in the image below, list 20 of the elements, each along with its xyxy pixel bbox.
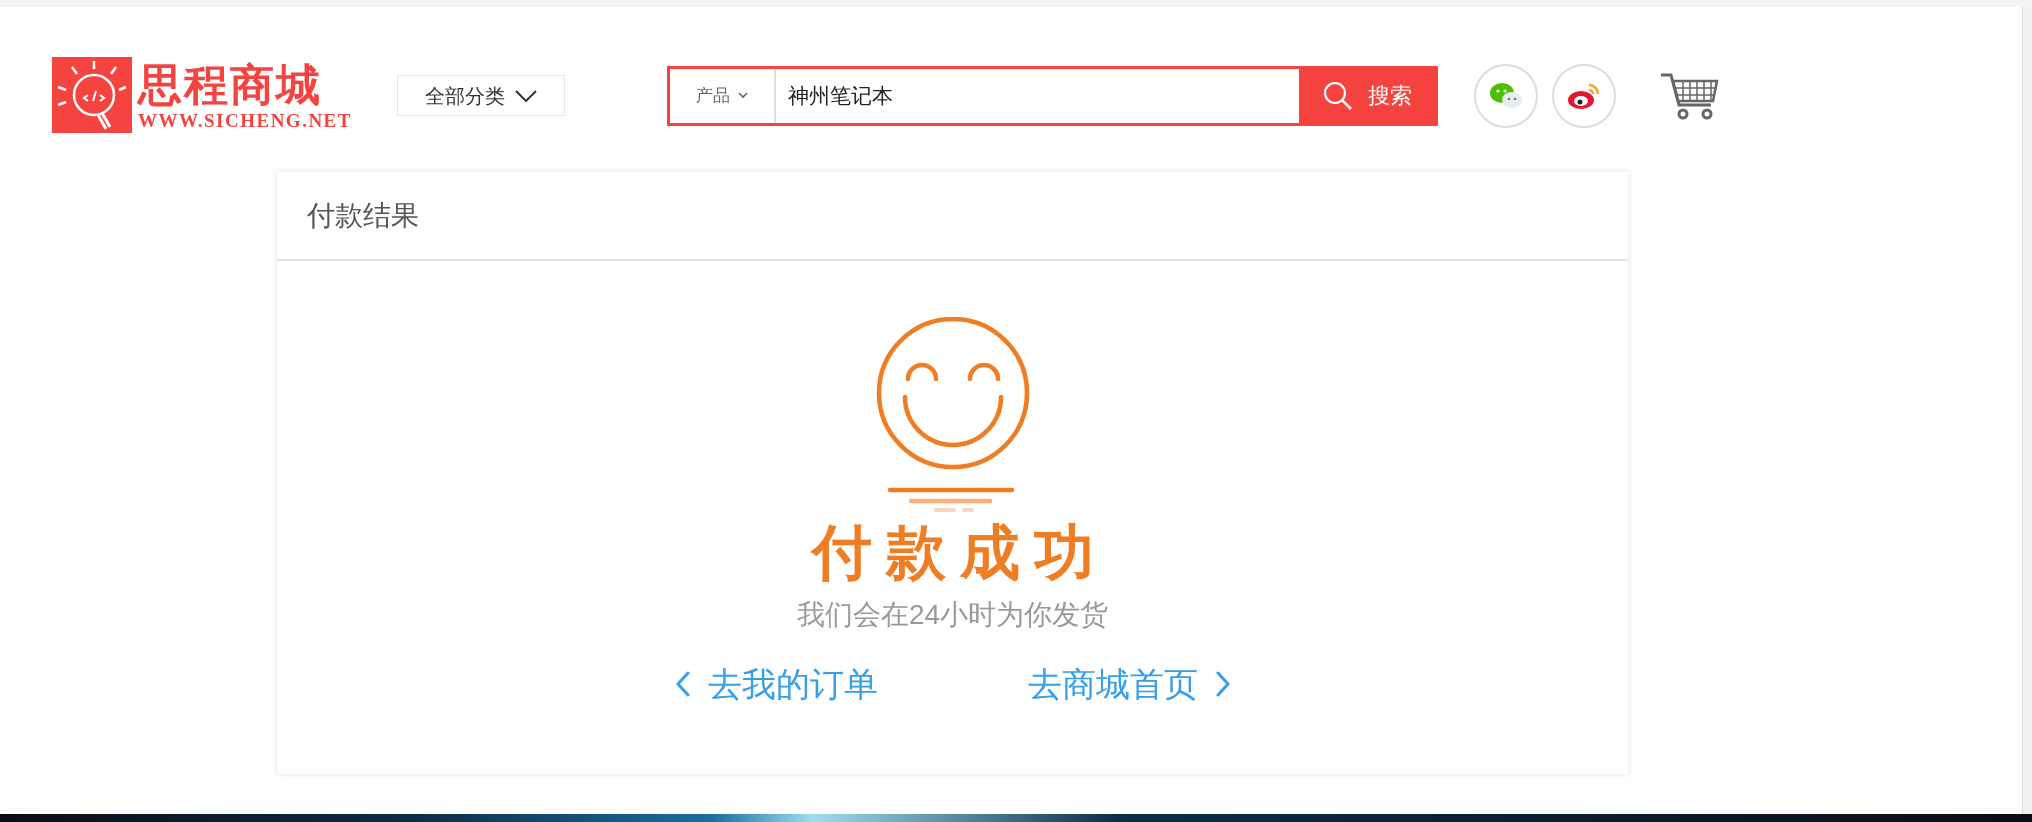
category-dropdown[interactable]: 全部分类 xyxy=(397,75,565,116)
chevron-left-icon xyxy=(675,671,690,697)
search-bar[interactable]: 产品 神州笔记本 搜索 xyxy=(667,65,1438,126)
search-scope-dropdown[interactable]: 产品 xyxy=(670,68,776,123)
result-message: 我们会在24小时为你发货 xyxy=(796,598,1109,632)
weibo-button[interactable] xyxy=(1552,63,1616,128)
logo-name: 思程商城 xyxy=(138,59,323,110)
search-icon xyxy=(1322,79,1354,112)
smiley-icon xyxy=(875,317,1030,513)
chat-bubbles-icon xyxy=(1489,80,1523,111)
chevron-right-icon xyxy=(1215,671,1230,697)
result-title: 付款成功 xyxy=(809,518,1108,588)
chevron-down-icon xyxy=(738,92,748,99)
search-button[interactable]: 搜索 xyxy=(1299,68,1435,123)
logo-url: WWW.SICHENG.NET xyxy=(138,109,352,132)
search-field[interactable]: 神州笔记本 xyxy=(776,68,1299,123)
wechat-button[interactable] xyxy=(1474,63,1538,128)
panel-title: 付款结果 xyxy=(307,198,419,233)
chevron-down-icon xyxy=(515,89,537,102)
lightbulb-logo-icon xyxy=(52,56,132,135)
